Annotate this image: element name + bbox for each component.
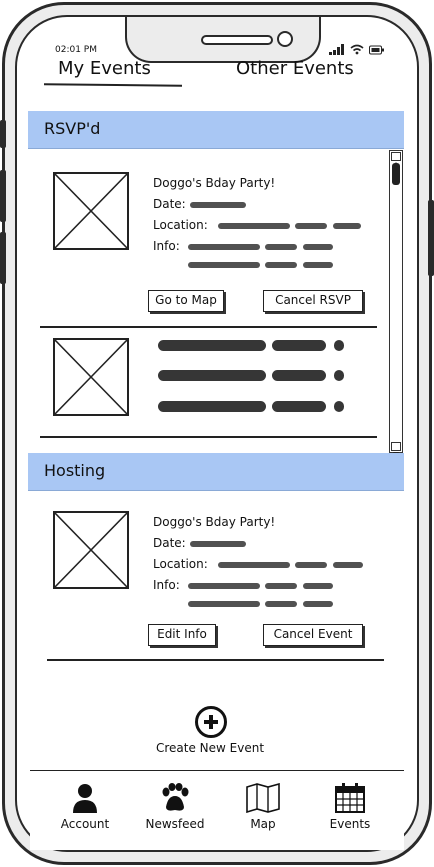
redacted-text: [272, 340, 326, 351]
power-button: [428, 200, 434, 276]
volume-up-button: [0, 170, 6, 222]
rsvp-date-label: Date:: [153, 197, 186, 211]
card-divider: [47, 659, 384, 661]
redacted-text: [158, 401, 266, 412]
redacted-text: [265, 262, 297, 268]
redacted-text: [303, 583, 333, 589]
scroll-down-arrow-icon[interactable]: [391, 442, 401, 457]
rsvp-section-header: RSVP'd: [28, 111, 404, 149]
calendar-icon: [335, 783, 365, 813]
person-icon: [73, 784, 97, 813]
redacted-text: [333, 562, 363, 568]
redacted-text: [303, 262, 333, 268]
side-button: [0, 120, 6, 148]
cancel-event-button[interactable]: Cancel Event: [263, 624, 363, 646]
rsvp-info-label: Info:: [153, 239, 180, 253]
create-new-event[interactable]: Create New Event: [150, 706, 270, 760]
paw-icon: [162, 783, 189, 811]
card-divider: [40, 436, 377, 438]
redacted-text: [333, 223, 361, 229]
bottom-nav: Account Newsfeed Map Events: [30, 770, 404, 850]
rsvp-event-title: Doggo's Bday Party!: [153, 176, 276, 190]
redacted-text: [303, 244, 333, 250]
speaker: [201, 35, 273, 45]
redacted-text: [272, 370, 326, 381]
hosting-location-label: Location:: [153, 557, 208, 571]
redacted-text: [218, 223, 290, 229]
nav-events[interactable]: Events: [305, 781, 395, 831]
hosting-event-image: [53, 511, 129, 589]
nav-map[interactable]: Map: [218, 781, 308, 831]
nav-events-label: Events: [329, 817, 371, 831]
battery-icon: [369, 45, 384, 54]
scroll-thumb[interactable]: [392, 163, 400, 185]
tab-my-events[interactable]: My Events: [58, 58, 151, 79]
redacted-text: [265, 244, 297, 250]
card-divider: [40, 326, 377, 328]
go-to-map-button[interactable]: Go to Map: [148, 290, 224, 312]
image-placeholder-icon: [55, 174, 127, 248]
create-new-event-label[interactable]: Create New Event: [140, 741, 280, 755]
nav-account-label: Account: [60, 817, 110, 831]
redacted-text: [295, 223, 327, 229]
hosting-section-header: Hosting: [28, 453, 404, 491]
hosting-info-label: Info:: [153, 578, 180, 592]
map-icon: [246, 783, 280, 813]
rsvp-scrollbar[interactable]: [389, 150, 403, 457]
scroll-up-arrow-icon[interactable]: [391, 152, 401, 167]
redacted-text: [188, 583, 260, 589]
redacted-text: [190, 202, 246, 208]
redacted-text: [295, 562, 327, 568]
hosting-date-label: Date:: [153, 536, 186, 550]
redacted-text: [218, 562, 290, 568]
rsvp-event-image: [53, 172, 129, 250]
cancel-rsvp-button[interactable]: Cancel RSVP: [263, 290, 363, 312]
tab-other-events[interactable]: Other Events: [236, 58, 354, 79]
redacted-text: [272, 401, 326, 412]
notch: [125, 17, 321, 63]
redacted-text: [334, 340, 344, 351]
wifi-icon: [350, 44, 364, 55]
rsvp-location-label: Location:: [153, 218, 208, 232]
edit-info-button[interactable]: Edit Info: [148, 624, 216, 646]
signal-icon: [329, 44, 344, 55]
nav-account[interactable]: Account: [40, 781, 130, 831]
hosting-event-title: Doggo's Bday Party!: [153, 515, 276, 529]
status-time: 02:01 PM: [55, 45, 97, 55]
redacted-text: [265, 601, 297, 607]
camera: [277, 31, 293, 47]
image-placeholder-icon: [55, 513, 127, 587]
nav-newsfeed-label: Newsfeed: [145, 817, 205, 831]
redacted-text: [334, 370, 344, 381]
volume-down-button: [0, 232, 6, 284]
redacted-text: [188, 601, 260, 607]
redacted-text: [188, 262, 260, 268]
status-icons: [329, 44, 385, 55]
redacted-text: [158, 370, 266, 381]
image-placeholder-icon: [55, 340, 127, 414]
rsvp-event-image-2: [53, 338, 129, 416]
redacted-text: [303, 601, 333, 607]
redacted-text: [190, 541, 246, 547]
redacted-text: [188, 244, 260, 250]
redacted-text: [158, 340, 266, 351]
nav-newsfeed[interactable]: Newsfeed: [130, 781, 220, 831]
redacted-text: [265, 583, 297, 589]
redacted-text: [334, 401, 344, 412]
plus-circle-icon[interactable]: [195, 706, 227, 738]
nav-map-label: Map: [250, 817, 276, 831]
